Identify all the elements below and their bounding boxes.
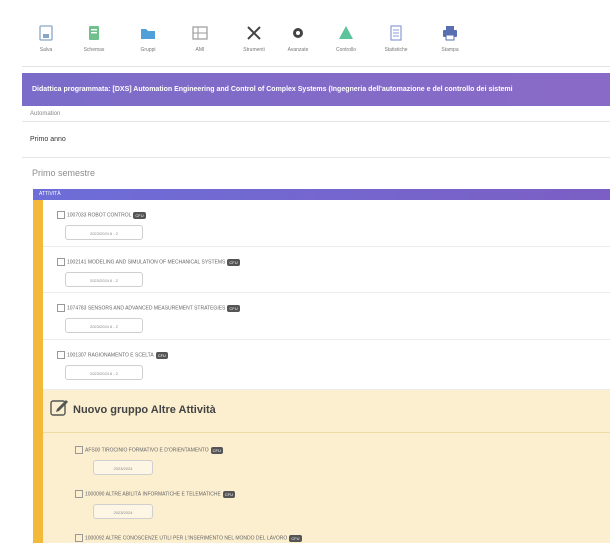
cfu-badge: CFU xyxy=(222,490,236,498)
edit-icon[interactable] xyxy=(49,397,69,417)
save-icon xyxy=(39,25,53,41)
checkbox[interactable] xyxy=(57,211,65,219)
group-item-pill[interactable]: 2023/2024 xyxy=(93,460,153,475)
group-item-title: 1000092 ALTRE CONOSCENZE UTILI PER L'INS… xyxy=(75,534,302,542)
folder-icon xyxy=(141,29,155,39)
course-row[interactable]: 1002141 MODELING AND SIMULATION OF MECHA… xyxy=(43,247,610,293)
group-item-title: 1000090 ALTRE ABILITÀ INFORMATICHE E TEL… xyxy=(75,490,236,498)
toolbar-save-button[interactable]: Salva xyxy=(24,24,68,64)
toolbar-advanced-label: Avanzate xyxy=(287,47,309,53)
course-title: 1001307 RAGIONAMENTO E SCELTA CFU xyxy=(57,351,168,359)
course-period-pill[interactable]: 2023/2024 6 - 2 xyxy=(65,225,143,240)
toolbar-control-label: Controllo xyxy=(335,47,356,53)
toolbar-tools-button[interactable]: Strumenti xyxy=(232,24,276,64)
toolbar-advanced-button[interactable]: Avanzate xyxy=(276,24,320,64)
checkbox[interactable] xyxy=(75,446,83,454)
cfu-badge: CFU xyxy=(155,351,168,359)
course-title: 1002141 MODELING AND SIMULATION OF MECHA… xyxy=(57,258,240,266)
toolbar-print-button[interactable]: Stampa xyxy=(428,24,472,64)
cfu-badge: CFU xyxy=(210,446,223,454)
list-icon xyxy=(390,25,402,41)
course-title: 1074783 SENSORS AND ADVANCED MEASUREMENT… xyxy=(57,304,240,312)
toolbar-schemas-button[interactable]: Schemas xyxy=(72,24,116,64)
gear-icon xyxy=(293,28,303,38)
toolbar-print-label: Stampa xyxy=(441,47,459,53)
group-item-title: AFS00 TIROCINIO FORMATIVO E D'ORIENTAMEN… xyxy=(75,446,223,454)
toolbar-groups-button[interactable]: Gruppi xyxy=(126,24,170,64)
checkbox[interactable] xyxy=(75,534,83,542)
breadcrumb[interactable]: Automation xyxy=(22,106,610,122)
course-title: 1007033 ROBOT CONTROL CFU xyxy=(57,211,146,219)
cfu-badge: CFU xyxy=(133,211,146,219)
toolbar-control-button[interactable]: Controllo xyxy=(324,24,368,64)
tools-icon xyxy=(247,26,261,40)
activity-header: ATTIVITÀ xyxy=(33,189,610,200)
toolbar-ami-label: AMI xyxy=(195,47,205,53)
course-row[interactable]: 1007033 ROBOT CONTROL CFU 2023/2024 6 - 2 xyxy=(43,200,610,247)
toolbar-groups-label: Gruppi xyxy=(140,47,156,53)
course-period-pill[interactable]: 2023/2024 6 - 2 xyxy=(65,318,143,333)
group-title: Nuovo gruppo Altre Attività xyxy=(73,404,216,416)
triangle-icon xyxy=(339,26,353,39)
group-item[interactable]: AFS00 TIROCINIO FORMATIVO E D'ORIENTAMEN… xyxy=(43,446,610,482)
toolbar-save-label: Salva xyxy=(39,47,53,53)
cfu-badge: CFU xyxy=(227,304,240,312)
group-item[interactable]: 1000092 ALTRE CONOSCENZE UTILI PER L'INS… xyxy=(43,534,610,543)
toolbar-stats-label: Statistiche xyxy=(384,47,408,53)
course-period-pill[interactable]: 2023/2024 6 - 2 xyxy=(65,272,143,287)
checkbox[interactable] xyxy=(75,490,83,498)
toolbar-schemas-label: Schemas xyxy=(83,47,105,53)
accent-stripe xyxy=(33,200,43,543)
year-row[interactable]: Primo anno xyxy=(22,123,610,158)
semester-title: Primo semestre xyxy=(32,168,96,178)
cfu-badge: CFU xyxy=(289,534,302,542)
toolbar: Salva Schemas Gruppi AMI Strumenti Avanz… xyxy=(22,0,610,67)
activity-group: Nuovo gruppo Altre Attività AFS00 TIROCI… xyxy=(43,390,610,543)
course-row[interactable]: 1001307 RAGIONAMENTO E SCELTA CFU 2023/20… xyxy=(43,340,610,390)
cfu-badge: CFU xyxy=(227,258,240,266)
page-title: Didattica programmata: [DXS] Automation … xyxy=(22,73,610,106)
checkbox[interactable] xyxy=(57,351,65,359)
checkbox[interactable] xyxy=(57,304,65,312)
checkbox[interactable] xyxy=(57,258,65,266)
toolbar-stats-button[interactable]: Statistiche xyxy=(374,24,418,64)
toolbar-tools-label: Strumenti xyxy=(243,47,265,53)
print-icon xyxy=(443,26,457,41)
page: Salva Schemas Gruppi AMI Strumenti Avanz… xyxy=(0,0,610,543)
course-row[interactable]: 1074783 SENSORS AND ADVANCED MEASUREMENT… xyxy=(43,293,610,340)
group-header: Nuovo gruppo Altre Attività xyxy=(43,390,610,433)
grid-icon xyxy=(192,26,208,40)
group-item-pill[interactable]: 2023/2024 xyxy=(93,504,153,519)
group-item[interactable]: 1000090 ALTRE ABILITÀ INFORMATICHE E TEL… xyxy=(43,490,610,526)
sheet-icon xyxy=(89,26,99,40)
course-period-pill[interactable]: 2023/2024 6 - 2 xyxy=(65,365,143,380)
toolbar-ami-button[interactable]: AMI xyxy=(178,24,222,64)
